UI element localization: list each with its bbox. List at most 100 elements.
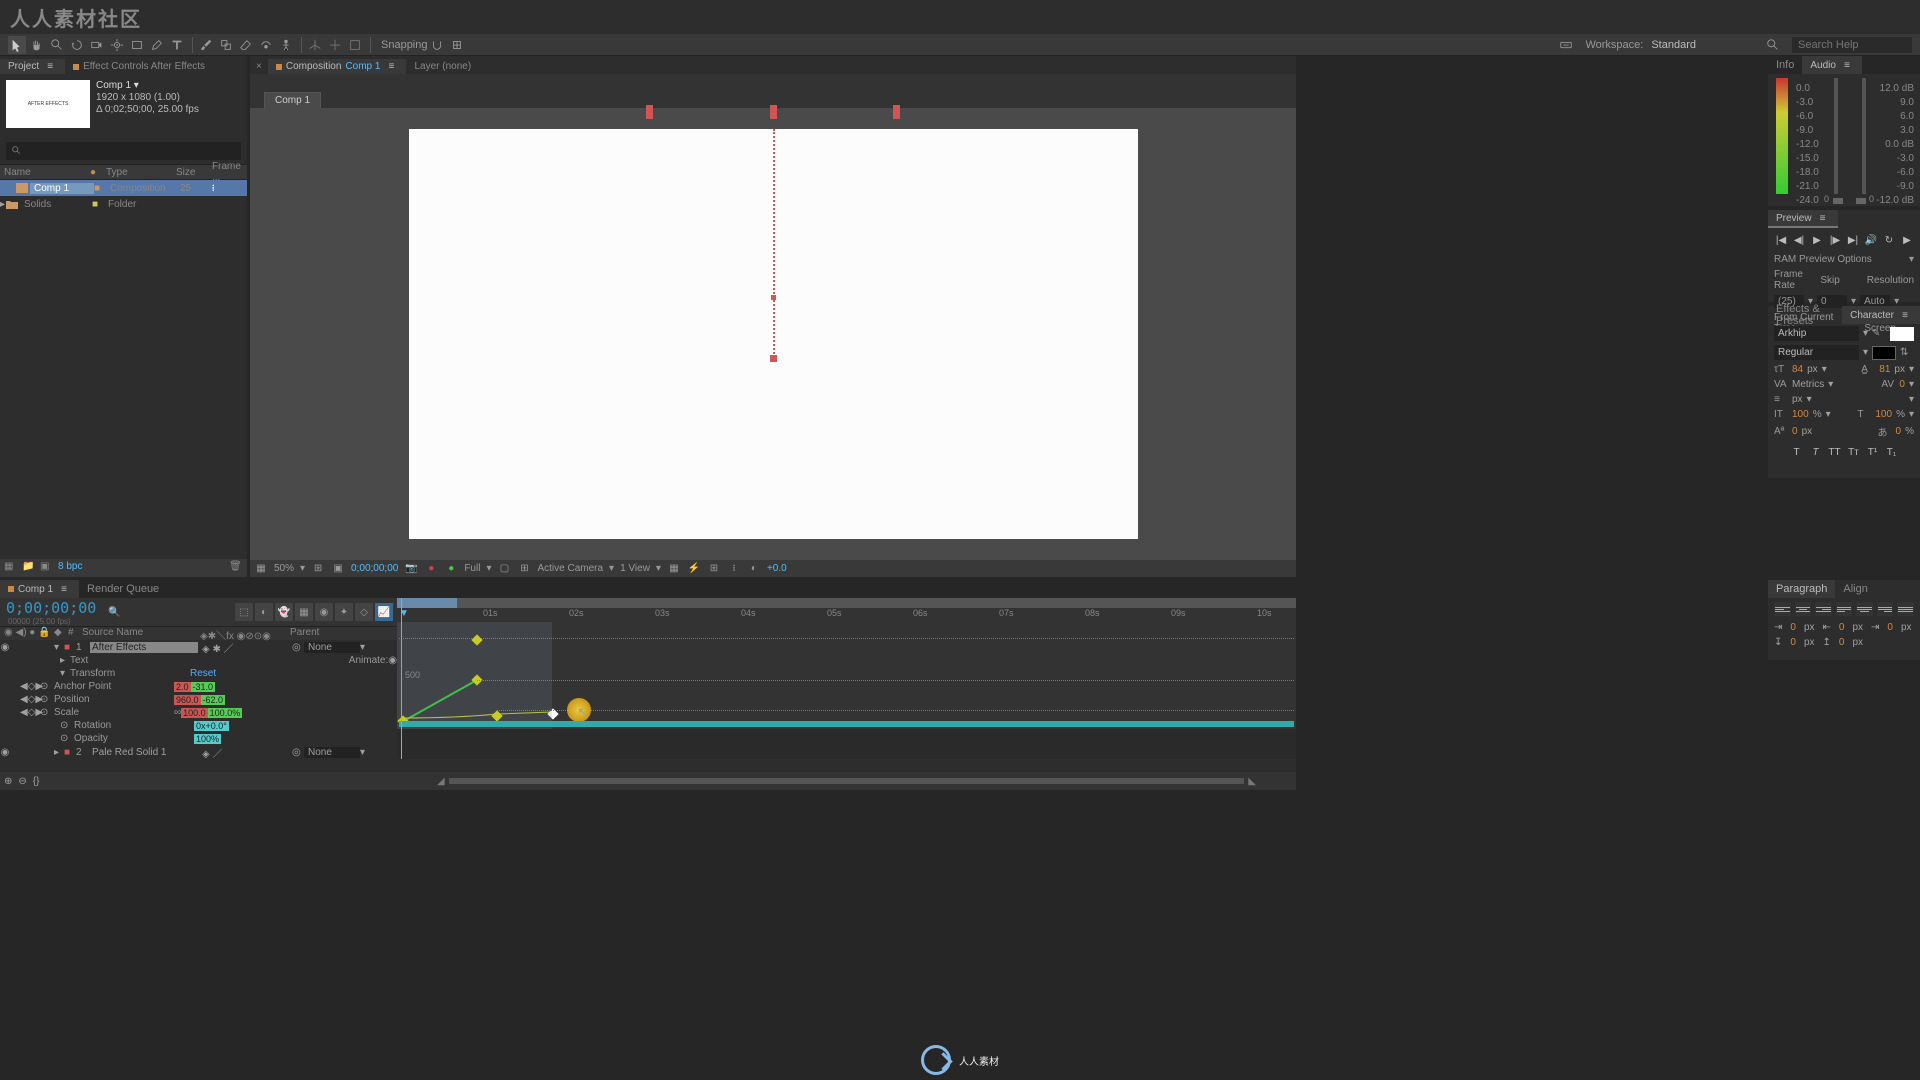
close-group-icon[interactable]: × [250,59,268,74]
timeline-search-icon[interactable]: 🔍 [108,607,120,618]
col-size[interactable]: Size [172,167,208,178]
font-size-value[interactable]: 84 [1792,364,1803,375]
character-tab[interactable]: Character≡ [1842,306,1920,324]
anchor-point-row[interactable]: ◀◇▶⊙Anchor Point2.0-31.0 [0,680,397,693]
time-ruler[interactable]: ▼ 01s 02s 03s 04s 05s 06s 07s 08s 09s 10… [397,608,1296,622]
zoom-dropdown[interactable]: 50% [274,563,294,574]
layer-row-1[interactable]: ◉ ▾ ■ 1 After Effects ◈ ✱ ／ ◎ None▾ [0,640,397,654]
comp-flowchart-tab[interactable]: Comp 1 [264,92,321,109]
always-preview-icon[interactable]: ▦ [254,562,268,576]
last-frame-button[interactable]: ▶| [1845,232,1861,248]
baseline-value[interactable]: 0 [1792,426,1798,437]
align-left-button[interactable] [1774,602,1791,616]
composition-tab[interactable]: Composition Comp 1 ≡ [268,59,407,74]
vscale-value[interactable]: 100 [1792,409,1809,420]
vu-slider-left[interactable] [1833,198,1843,204]
justify-all-button[interactable] [1897,602,1914,616]
fill-swatch[interactable] [1890,327,1914,341]
new-folder-icon[interactable]: 📁 [22,561,36,575]
roto-tool[interactable] [257,36,275,54]
col-name[interactable]: Name [0,167,90,178]
camera-tool[interactable] [88,36,106,54]
col-frame[interactable]: Frame ... [208,161,247,183]
hand-tool[interactable] [28,36,46,54]
zoom-slider[interactable] [449,778,1245,784]
new-comp-icon[interactable]: ▣ [40,561,54,575]
first-frame-button[interactable]: |◀ [1773,232,1789,248]
align-right-button[interactable] [1815,602,1832,616]
bpc-button[interactable]: 8 bpc [58,561,82,575]
pen-tool[interactable] [148,36,166,54]
superscript-button[interactable]: T¹ [1865,445,1881,459]
reset-exposure-icon[interactable]: ◐ [747,562,761,576]
mute-button[interactable]: 🔊 [1863,232,1879,248]
effect-controls-tab[interactable]: Effect Controls After Effects [65,59,213,74]
font-style-dropdown[interactable]: Regular [1774,345,1859,360]
comp-name-label[interactable]: Comp 1 ▾ [96,80,199,92]
col-type[interactable]: Type [102,167,172,178]
parent-dropdown[interactable]: None [304,747,360,758]
sync-icon[interactable] [1557,36,1575,54]
channel-g-icon[interactable]: ● [444,562,458,576]
leading-value[interactable]: 81 [1879,364,1890,375]
resolution-icon[interactable]: ⊞ [311,562,325,576]
brainstorm-icon[interactable]: ✦ [335,603,353,621]
camera-dropdown[interactable]: Active Camera [537,563,603,574]
timeline-graph-editor[interactable]: ▼ 01s 02s 03s 04s 05s 06s 07s 08s 09s 10… [397,598,1296,759]
roi-icon[interactable]: ▢ [497,562,511,576]
eraser-tool[interactable] [237,36,255,54]
type-tool[interactable] [168,36,186,54]
justify-last-right-button[interactable] [1877,602,1894,616]
swap-icon[interactable]: ⇅ [1900,347,1914,358]
effects-presets-tab[interactable]: Effects & Presets [1768,306,1842,324]
space-after-value[interactable]: 0 [1839,637,1845,648]
auto-keyframe-icon[interactable]: ◇ [355,603,373,621]
rotate-tool[interactable] [68,36,86,54]
animate-menu-icon[interactable]: ◉ [388,655,397,666]
composition-viewer[interactable] [250,108,1296,560]
align-tab[interactable]: Align [1835,580,1875,598]
preview-tab[interactable]: Preview≡ [1768,210,1838,228]
transparency-icon[interactable]: ▣ [331,562,345,576]
axis-local-icon[interactable] [306,36,324,54]
work-area-bar[interactable] [397,598,457,608]
axis-view-icon[interactable] [346,36,364,54]
frame-blend-icon[interactable]: ▦ [295,603,313,621]
ram-preview-button[interactable]: ▶ [1899,232,1915,248]
next-frame-button[interactable]: |▶ [1827,232,1843,248]
vu-slider-right[interactable] [1856,198,1866,204]
play-button[interactable]: ▶ [1809,232,1825,248]
allcaps-button[interactable]: TT [1827,445,1843,459]
loop-button[interactable]: ↻ [1881,232,1897,248]
kerning-dropdown[interactable]: Metrics [1792,379,1824,390]
project-item-comp1[interactable]: Comp 1 ■ Composition 25 ᎒ [0,180,247,196]
info-tab[interactable]: Info [1768,56,1802,74]
clone-tool[interactable] [217,36,235,54]
justify-last-left-button[interactable] [1836,602,1853,616]
scale-row[interactable]: ◀◇▶⊙Scale∞100.0100.0% [0,706,397,719]
layer-bar-2[interactable] [399,721,1294,727]
toggle-view-icon[interactable]: ⊕ [4,776,12,787]
audio-tab[interactable]: Audio≡ [1802,56,1862,74]
pan-behind-tool[interactable] [108,36,126,54]
brackets-icon[interactable]: {} [33,776,40,787]
align-center-button[interactable] [1795,602,1812,616]
rotation-row[interactable]: ⊙Rotation0x+0.0° [0,719,397,732]
indent-right-value[interactable]: 0 [1887,622,1893,633]
comp-mini-flowchart-icon[interactable]: ⬚ [235,603,253,621]
layer-row-2[interactable]: ◉ ▸ ■ 2 Pale Red Solid 1 ◈ ／ ◎ None▾ [0,745,397,759]
prev-frame-button[interactable]: ◀| [1791,232,1807,248]
opacity-row[interactable]: ⊙Opacity100% [0,732,397,745]
puppet-tool[interactable] [277,36,295,54]
graph-editor-button[interactable]: 📈 [375,603,393,621]
subscript-button[interactable]: T₁ [1884,445,1900,459]
bold-button[interactable]: T [1789,445,1805,459]
flowchart-icon[interactable]: ᎒ [212,182,214,195]
exposure-value[interactable]: +0.0 [767,563,787,574]
project-thumbnail[interactable]: AFTER EFFECTS [6,80,90,128]
justify-last-center-button[interactable] [1856,602,1873,616]
italic-button[interactable]: T [1808,445,1824,459]
motion-path-keyframe[interactable] [770,355,777,362]
font-family-dropdown[interactable]: Arkhip [1774,326,1859,341]
snap-grid-icon[interactable] [448,36,466,54]
